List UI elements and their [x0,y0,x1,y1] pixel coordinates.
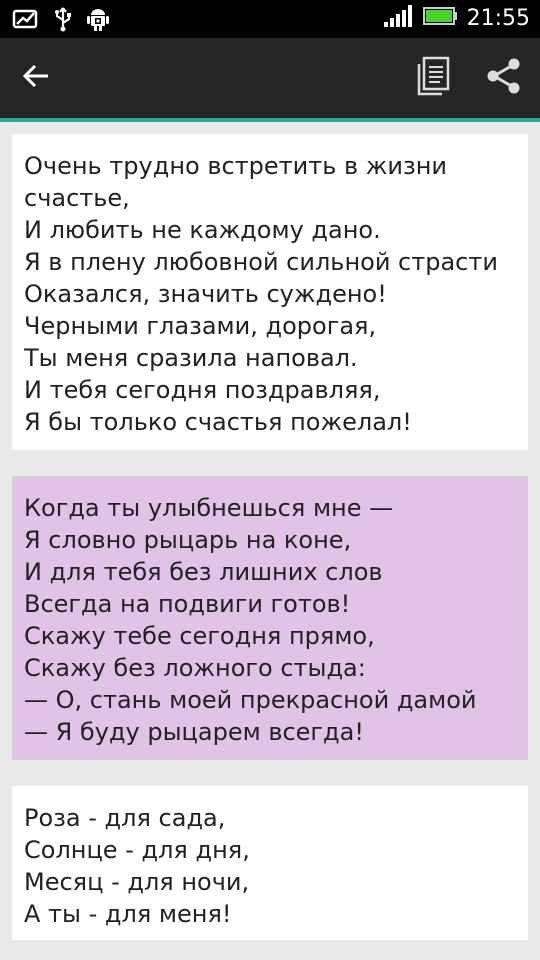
signal-icon [383,4,413,32]
poem-line: Скажу без ложного стыда: [24,654,366,682]
status-bar: 21:55 [0,0,540,38]
poem-card[interactable]: Очень трудно встретить в жизни счастье, … [12,134,528,450]
poem-line: А ты - для меня! [24,900,232,928]
poem-line: Роза - для сада, [24,804,226,832]
clock: 21:55 [466,5,530,31]
poem-line: Я словно рыцарь на коне, [24,526,352,554]
poem-line: Очень трудно встретить в жизни [24,152,448,180]
poem-line: Оказался, значить суждено! [24,280,387,308]
poem-line: — О, стань моей прекрасной дамой [24,686,477,714]
back-button[interactable] [16,58,56,98]
poem-line: И для тебя без лишних слов [24,558,383,586]
poem-line: Скажу тебе сегодня прямо, [24,622,375,650]
poem-line: Месяц - для ночи, [24,868,250,896]
poem-line: Я в плену любовной сильной страсти [24,248,498,276]
notification-icons [12,6,110,36]
system-status: 21:55 [383,4,530,32]
poem-line: Когда ты улыбнешься мне — [24,494,394,522]
share-button[interactable] [480,54,528,102]
poem-card[interactable]: Роза - для сада, Солнце - для дня, Месяц… [12,786,528,940]
copy-icon [416,56,450,100]
action-bar-accent-line [0,118,540,122]
poem-line: И тебя сегодня поздравляя, [24,376,381,404]
poem-line: Всегда на подвиги готов! [24,590,351,618]
poem-line: Солнце - для дня, [24,836,250,864]
poem-line: Ты меня сразила наповал. [24,344,358,372]
android-debug-icon [86,6,110,36]
poem-line: Я бы только счастья пожелал! [24,408,412,436]
poem-line: — Я буду рыцарем всегда! [24,718,364,746]
poem-card-selected[interactable]: Когда ты улыбнешься мне — Я словно рыцар… [12,476,528,760]
poem-line: счастье, [24,184,130,212]
poem-line: Черными глазами, дорогая, [24,312,377,340]
battery-icon [422,6,457,30]
share-icon [485,57,523,99]
arrow-left-icon [22,62,50,94]
action-bar [0,38,540,118]
poem-line: И любить не каждому дано. [24,216,381,244]
usb-icon [52,6,74,36]
copy-button[interactable] [410,54,456,102]
notification-image-icon [12,7,40,35]
